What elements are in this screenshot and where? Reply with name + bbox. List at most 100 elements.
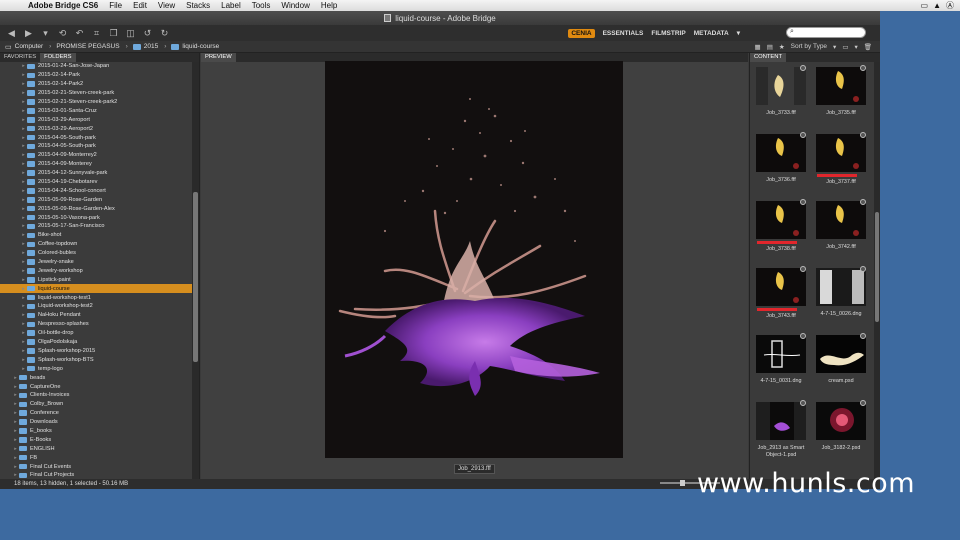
back-icon[interactable]: ◀ xyxy=(6,28,17,39)
folder-row[interactable]: ▸ Splash-workshop-2015 xyxy=(0,347,193,356)
folder-row[interactable]: ▸ CaptureOne xyxy=(0,382,193,391)
content-thumbnail[interactable]: Job_3738.fff xyxy=(752,197,810,263)
tab-folders[interactable]: FOLDERS xyxy=(40,53,76,62)
folder-row[interactable]: ▸ 2015-03-29-Aeroport2 xyxy=(0,124,193,133)
disclosure-triangle-icon[interactable]: ▸ xyxy=(12,419,19,425)
folder-row[interactable]: ▸ 2015-02-14-Park2 xyxy=(0,80,193,89)
workspace-cenia[interactable]: CENIA xyxy=(568,28,595,38)
disclosure-triangle-icon[interactable]: ▸ xyxy=(20,295,27,301)
disclosure-triangle-icon[interactable]: ▸ xyxy=(20,357,27,363)
airplay-icon[interactable]: ▲ xyxy=(933,1,941,10)
folder-row[interactable]: ▸ Bike-shot xyxy=(0,231,193,240)
tab-content[interactable]: CONTENT xyxy=(750,53,787,62)
disclosure-triangle-icon[interactable]: ▸ xyxy=(20,197,27,203)
disclosure-triangle-icon[interactable]: ▸ xyxy=(20,241,27,247)
folder-row[interactable]: ▸ Colby_Brown xyxy=(0,400,193,409)
workspace-filmstrip[interactable]: FILMSTRIP xyxy=(651,30,685,37)
menu-edit[interactable]: Edit xyxy=(133,1,147,10)
content-thumbnail[interactable]: cream.psd xyxy=(812,331,870,397)
menu-file[interactable]: File xyxy=(109,1,122,10)
disclosure-triangle-icon[interactable]: ▸ xyxy=(12,410,19,416)
view-list-icon[interactable]: ▤ xyxy=(767,43,773,51)
disclosure-triangle-icon[interactable]: ▸ xyxy=(12,428,19,434)
folder-row[interactable]: ▸ 2015-04-12-Sunnyvale-park xyxy=(0,169,193,178)
breadcrumb-computer[interactable]: ▭ Computer › xyxy=(5,43,51,51)
folder-row[interactable]: ▸ beads xyxy=(0,373,193,382)
disclosure-triangle-icon[interactable]: ▸ xyxy=(20,188,27,194)
folder-row[interactable]: ▸ 2015-02-14-Park xyxy=(0,71,193,80)
app-menu[interactable]: Adobe Bridge CS6 xyxy=(28,1,98,10)
screen-icon[interactable]: ▭ xyxy=(921,1,929,10)
breadcrumb-liquid-course[interactable]: liquid-course xyxy=(171,43,219,50)
menu-tools[interactable]: Tools xyxy=(252,1,271,10)
folder-row[interactable]: ▸ 2015-04-05-South-park xyxy=(0,133,193,142)
disclosure-triangle-icon[interactable]: ▸ xyxy=(20,143,27,149)
disclosure-triangle-icon[interactable]: ▸ xyxy=(20,152,27,158)
folder-row[interactable]: ▸ Nespresso-splashes xyxy=(0,320,193,329)
slider-handle[interactable] xyxy=(680,480,685,486)
menu-label[interactable]: Label xyxy=(221,1,241,10)
folder-row[interactable]: ▸ 2015-03-29-Aeroport xyxy=(0,115,193,124)
forward-icon[interactable]: ▶ xyxy=(23,28,34,39)
workspace-menu-icon[interactable]: ▾ xyxy=(737,29,740,37)
folder-row[interactable]: ▸ Downloads xyxy=(0,418,193,427)
adobe-icon[interactable]: Ⓐ xyxy=(946,0,954,11)
open-camera-raw-icon[interactable]: ◫ xyxy=(125,28,136,39)
disclosure-triangle-icon[interactable]: ▸ xyxy=(20,72,27,78)
folder-row[interactable]: ▸ Liquid-workshop-test2 xyxy=(0,302,193,311)
disclosure-triangle-icon[interactable]: ▸ xyxy=(20,179,27,185)
folder-row[interactable]: ▸ 2015-01-24-San-Jose-Japan xyxy=(0,62,193,71)
tab-preview[interactable]: PREVIEW xyxy=(201,53,236,62)
menu-stacks[interactable]: Stacks xyxy=(186,1,210,10)
folder-row[interactable]: ▸ 2015-04-09-Monterey xyxy=(0,160,193,169)
folder-row[interactable]: ▸ liquid-workshop-test1 xyxy=(0,293,193,302)
disclosure-triangle-icon[interactable]: ▸ xyxy=(20,321,27,327)
disclosure-triangle-icon[interactable]: ▸ xyxy=(12,464,19,470)
disclosure-triangle-icon[interactable]: ▸ xyxy=(20,223,27,229)
rotate-right-icon[interactable]: ↻ xyxy=(159,28,170,39)
folder-row[interactable]: ▸ 2015-03-01-Santa-Cruz xyxy=(0,106,193,115)
folder-row[interactable]: ▸ Splash-workshop-BTS xyxy=(0,355,193,364)
folder-row[interactable]: ▸ 2015-05-09-Rose-Garden-Alex xyxy=(0,204,193,213)
disclosure-triangle-icon[interactable]: ▸ xyxy=(20,339,27,345)
menu-window[interactable]: Window xyxy=(281,1,309,10)
folder-row[interactable]: ▸ 2015-02-21-Steven-creek-park2 xyxy=(0,98,193,107)
breadcrumb-drive[interactable]: PROMISE PEGASUS › xyxy=(56,43,127,50)
delete-icon[interactable]: 🗑 xyxy=(864,43,872,51)
sort-dropdown[interactable]: Sort by Type xyxy=(791,43,827,50)
disclosure-triangle-icon[interactable]: ▸ xyxy=(12,401,19,407)
disclosure-triangle-icon[interactable]: ▸ xyxy=(20,161,27,167)
disclosure-triangle-icon[interactable]: ▸ xyxy=(20,135,27,141)
folder-row[interactable]: ▸ 2015-04-24-School-concert xyxy=(0,186,193,195)
refine-icon[interactable]: ❐ xyxy=(108,28,119,39)
content-thumbnail[interactable]: 4-7-15_0031.dng xyxy=(752,331,810,397)
disclosure-triangle-icon[interactable]: ▸ xyxy=(20,170,27,176)
disclosure-triangle-icon[interactable]: ▸ xyxy=(20,348,27,354)
disclosure-triangle-icon[interactable]: ▸ xyxy=(20,268,27,274)
preview-image[interactable] xyxy=(325,61,623,458)
content-thumbnail[interactable]: Job_3742.fff xyxy=(812,197,870,263)
disclosure-triangle-icon[interactable]: ▸ xyxy=(20,330,27,336)
folder-row[interactable]: ▸ 2015-02-21-Steven-creek-park xyxy=(0,89,193,98)
disclosure-triangle-icon[interactable]: ▸ xyxy=(12,375,19,381)
disclosure-triangle-icon[interactable]: ▸ xyxy=(20,303,27,309)
disclosure-triangle-icon[interactable]: ▸ xyxy=(20,277,27,283)
disclosure-triangle-icon[interactable]: ▸ xyxy=(20,90,27,96)
search-input[interactable]: ⌕ xyxy=(786,27,866,38)
disclosure-triangle-icon[interactable]: ▸ xyxy=(20,366,27,372)
disclosure-triangle-icon[interactable]: ▸ xyxy=(12,446,19,452)
disclosure-triangle-icon[interactable]: ▸ xyxy=(12,472,19,478)
menu-view[interactable]: View xyxy=(158,1,175,10)
sort-chevron-icon[interactable]: ▾ xyxy=(833,43,836,51)
folder-row[interactable]: ▸ Coffee-topdown xyxy=(0,240,193,249)
content-thumbnail[interactable]: 4-7-15_0026.dng xyxy=(812,264,870,330)
favorite-star-icon[interactable]: ★ xyxy=(779,43,785,51)
content-thumbnail[interactable]: Job_3182-2.psd xyxy=(812,398,870,464)
content-thumbnail[interactable]: Job_3737.fff xyxy=(812,130,870,196)
content-thumbnail[interactable]: Job_2913 as Smart Object-1.psd xyxy=(752,398,810,464)
folder-row[interactable]: ▸ E_books xyxy=(0,427,193,436)
folder-row[interactable]: ▸ 2015-05-10-Vasona-park xyxy=(0,213,193,222)
disclosure-triangle-icon[interactable]: ▸ xyxy=(20,206,27,212)
folders-scrollbar[interactable] xyxy=(192,62,199,479)
content-scrollbar[interactable] xyxy=(874,62,880,479)
